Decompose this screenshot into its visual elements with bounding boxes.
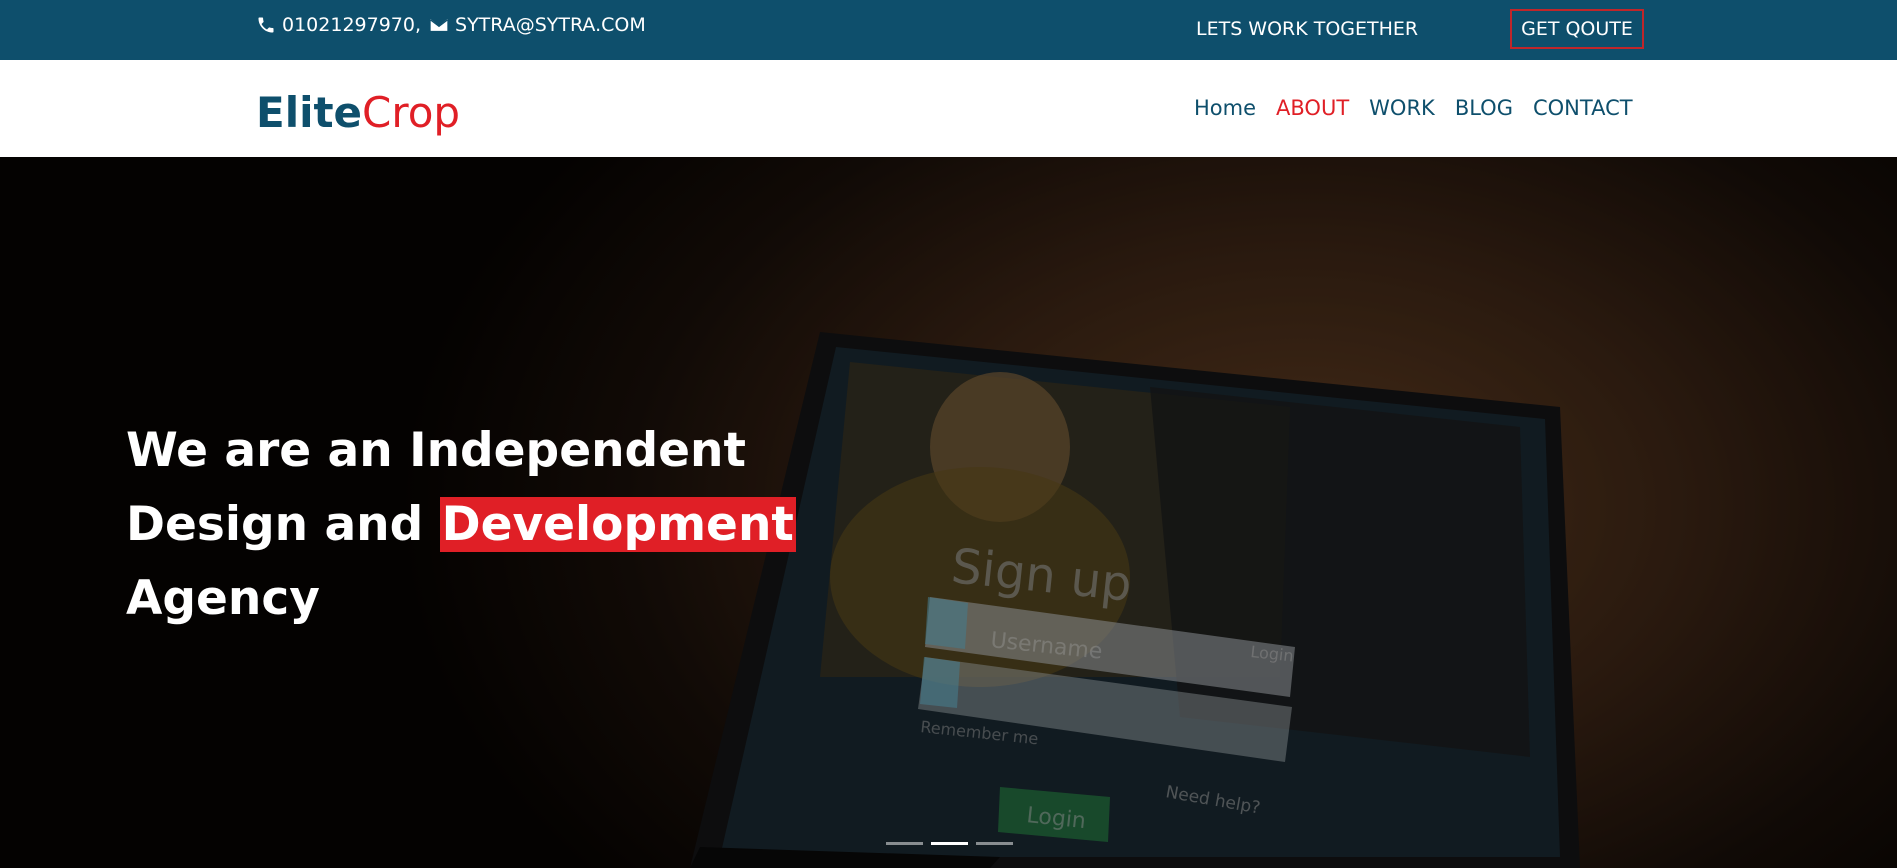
hero-headline-line2-prefix: Design and [126,497,424,552]
nav-item-about[interactable]: ABOUT [1276,96,1349,120]
carousel-indicator-3[interactable] [976,842,1013,845]
main-navbar: EliteCrop Home ABOUT WORK BLOG CONTACT [0,60,1897,157]
lets-work-together-link[interactable]: LETS WORK TOGETHER [1196,18,1418,40]
hero-headline: We are an Independent Design and Develop… [126,414,796,636]
top-bar: 01021297970, SYTRA@SYTRA.COM LETS WORK T… [0,0,1897,60]
nav-item-home[interactable]: Home [1194,96,1256,120]
contact-info: 01021297970, SYTRA@SYTRA.COM [256,14,646,36]
nav-item-work[interactable]: WORK [1369,96,1435,120]
nav-menu: Home ABOUT WORK BLOG CONTACT [1194,96,1633,120]
envelope-icon [430,19,448,31]
carousel-indicators [886,842,1013,845]
hero-headline-highlight: Development [439,497,796,552]
carousel-indicator-1[interactable] [886,842,923,845]
brand-logo-part2: Crop [362,88,461,137]
nav-item-blog[interactable]: BLOG [1455,96,1513,120]
email-address[interactable]: SYTRA@SYTRA.COM [455,14,646,36]
get-quote-button[interactable]: GET QOUTE [1510,9,1644,49]
hero-headline-line1: We are an Independent [126,423,746,478]
carousel-indicator-2[interactable] [931,842,968,845]
phone-number[interactable]: 01021297970, [282,14,421,36]
brand-logo-part1: Elite [256,88,363,137]
brand-logo[interactable]: EliteCrop [256,88,460,137]
nav-item-contact[interactable]: CONTACT [1533,96,1633,120]
hero-headline-line3: Agency [126,571,320,626]
phone-icon [258,17,274,33]
hero-carousel: Sign up Login Username Remember me Need … [0,157,1897,868]
